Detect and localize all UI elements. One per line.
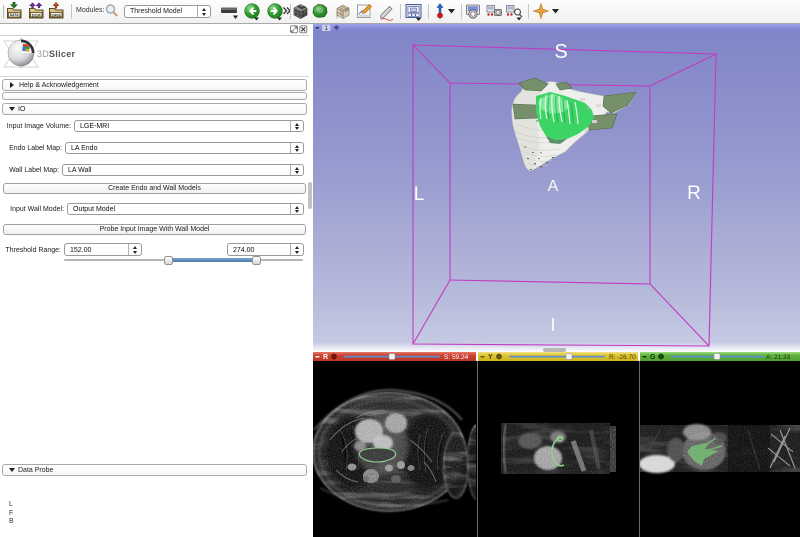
svg-text:R: R bbox=[687, 183, 701, 204]
svg-text:R: -26.70: R: -26.70 bbox=[609, 354, 636, 361]
svg-text:3D: 3D bbox=[37, 49, 49, 59]
svg-text:DATA: DATA bbox=[10, 13, 19, 17]
svg-text:Slicer: Slicer bbox=[49, 49, 76, 59]
svg-text:A: 21.33: A: 21.33 bbox=[766, 354, 791, 361]
svg-text:DCM: DCM bbox=[32, 13, 41, 17]
svg-text:S: S bbox=[554, 41, 567, 63]
svg-text:S: 59.24: S: 59.24 bbox=[444, 354, 469, 361]
svg-text:G: G bbox=[650, 354, 656, 361]
svg-text:R: R bbox=[323, 354, 328, 361]
svg-text:SAVE: SAVE bbox=[51, 13, 61, 17]
svg-text:Y: Y bbox=[488, 354, 493, 361]
svg-text:A: A bbox=[548, 178, 559, 195]
svg-text:I: I bbox=[550, 315, 555, 335]
svg-text:L: L bbox=[414, 184, 425, 205]
